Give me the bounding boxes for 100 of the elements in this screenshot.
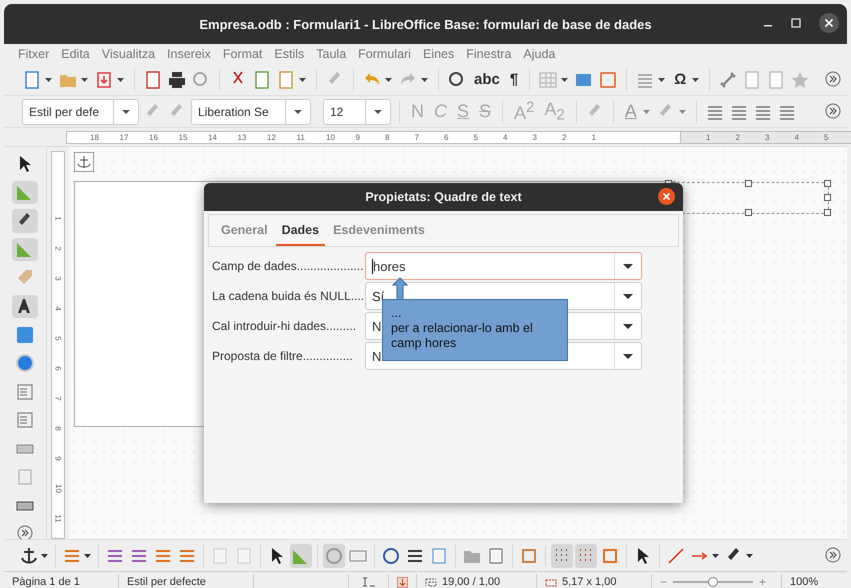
- ruler-number: 3: [765, 132, 770, 142]
- anchor-icon: [74, 152, 94, 172]
- tab[interactable]: Dades: [276, 215, 326, 246]
- position-icon: [425, 577, 437, 587]
- field-label: Cal introduir-hi dades.........: [212, 319, 358, 333]
- caret-icon[interactable]: [294, 110, 302, 114]
- grid-icon[interactable]: [551, 544, 573, 568]
- ruler-number: 2: [52, 246, 64, 251]
- menu-item[interactable]: Ajuda: [523, 47, 556, 61]
- printer-icon[interactable]: [167, 70, 187, 90]
- paragraph-style-combo[interactable]: Estil per defe: [22, 98, 139, 124]
- menu-item[interactable]: Insereix: [167, 47, 211, 61]
- more-icon[interactable]: [825, 547, 841, 563]
- caret-icon[interactable]: [299, 78, 306, 82]
- caret-icon[interactable]: [623, 294, 633, 298]
- ruler-number: 14: [208, 132, 218, 142]
- ruler-number: 10: [326, 132, 336, 142]
- menu-item[interactable]: Eines: [422, 47, 454, 61]
- toolbar-glyph[interactable]: ¶: [506, 71, 522, 88]
- text-field-icon[interactable]: [12, 294, 38, 318]
- download-icon[interactable]: [94, 70, 114, 90]
- style-status: Estil per defecte: [119, 574, 254, 588]
- ruler-number: 12: [267, 132, 277, 142]
- zoom-out-button[interactable]: −: [660, 575, 668, 588]
- text-cursor-icon: [362, 577, 376, 587]
- maximize-icon[interactable]: [791, 18, 801, 28]
- ruler-number: 1: [706, 132, 712, 142]
- close-icon[interactable]: [819, 13, 839, 33]
- caret-icon[interactable]: [692, 78, 700, 82]
- format-glyph[interactable]: S: [476, 101, 494, 122]
- more-icon[interactable]: [17, 524, 33, 539]
- ruler-number: 7: [414, 132, 420, 142]
- format-glyph[interactable]: C: [431, 101, 450, 122]
- ruler-number: 17: [120, 132, 130, 142]
- format-glyph[interactable]: A$^{2}$: [511, 99, 538, 124]
- zoom-slider-thumb[interactable]: [708, 577, 718, 587]
- caret-icon[interactable]: [45, 78, 52, 82]
- menu-item[interactable]: Formulari: [358, 47, 411, 61]
- caret-icon[interactable]: [623, 354, 633, 358]
- menu-item[interactable]: Estils: [274, 47, 304, 61]
- more-icon[interactable]: [825, 71, 841, 87]
- font-name-combo[interactable]: Liberation Se: [191, 98, 311, 124]
- format-glyph[interactable]: S: [454, 101, 472, 122]
- ruler-number: 8: [385, 132, 390, 142]
- menu-item[interactable]: Fitxer: [18, 47, 50, 61]
- caret-icon[interactable]: [117, 78, 124, 82]
- more-icon[interactable]: [825, 103, 841, 119]
- size-icon: [545, 577, 557, 587]
- menu-item[interactable]: Finestra: [466, 47, 512, 61]
- caret-icon[interactable]: [712, 554, 719, 558]
- position-status: 19,00 / 1,00: [442, 576, 500, 588]
- field-label: La cadena buida és NULL....: [212, 289, 365, 303]
- caret-icon[interactable]: [561, 78, 568, 82]
- dialog-title: Propietats: Quadre de text: [365, 190, 522, 204]
- menu-item[interactable]: Taula: [316, 47, 346, 61]
- close-icon[interactable]: [658, 188, 675, 205]
- ruler-number: 2: [562, 132, 568, 142]
- caret-icon[interactable]: [84, 554, 91, 558]
- caret-icon[interactable]: [122, 110, 130, 114]
- ruler-number: 6: [444, 132, 450, 142]
- up-arrow: [392, 277, 408, 301]
- zoom-status: 100%: [789, 575, 820, 588]
- ruler-number: 5: [824, 132, 830, 142]
- caret-icon[interactable]: [41, 554, 48, 558]
- ruler-number: 5: [474, 132, 479, 142]
- save-status-icon: [397, 576, 408, 588]
- caret-icon[interactable]: [421, 78, 428, 82]
- caret-icon[interactable]: [81, 78, 88, 82]
- dropdown-field[interactable]: hores: [365, 252, 642, 280]
- caret-icon[interactable]: [374, 110, 382, 114]
- caret-icon[interactable]: [623, 264, 633, 268]
- format-glyph[interactable]: A$_{2}$: [541, 99, 568, 124]
- snap-grid-icon[interactable]: [575, 544, 597, 568]
- font-size-combo[interactable]: 12: [323, 98, 391, 124]
- format-glyph[interactable]: N: [408, 101, 427, 122]
- toolbar-glyph[interactable]: Ω: [671, 71, 690, 88]
- star-icon[interactable]: [790, 70, 810, 90]
- toolbar-glyph[interactable]: abc: [471, 71, 503, 88]
- menu-item[interactable]: Visualitza: [102, 47, 156, 61]
- caret-icon[interactable]: [623, 324, 633, 328]
- tab[interactable]: General: [215, 215, 274, 246]
- ruler-number: 3: [52, 276, 64, 281]
- menu-item[interactable]: Format: [222, 47, 262, 61]
- note-tooltip: ... per a relacionar-lo amb el camp hores: [382, 299, 568, 361]
- ruler-number: 16: [149, 132, 159, 142]
- ruler-number: 7: [52, 396, 64, 401]
- format-glyph[interactable]: A: [622, 101, 640, 122]
- zoom-in-button[interactable]: +: [759, 575, 766, 588]
- ruler-number: 3: [532, 132, 538, 142]
- caret-icon[interactable]: [385, 78, 392, 82]
- ruler-number: 5: [52, 336, 64, 341]
- form-design-icon[interactable]: [12, 238, 38, 261]
- window-title: Empresa.odb : Formulari1 - LibreOffice Base: formulari de base de dades: [199, 16, 652, 32]
- size-status: 5,17 x 1,00: [562, 576, 616, 588]
- caret-icon[interactable]: [658, 78, 666, 82]
- menu-item[interactable]: Edita: [61, 47, 90, 61]
- caret-icon[interactable]: [746, 554, 753, 558]
- tab[interactable]: Esdeveniments: [327, 215, 431, 246]
- ruler-number: 18: [90, 132, 100, 142]
- design-mode-icon[interactable]: [12, 180, 38, 204]
